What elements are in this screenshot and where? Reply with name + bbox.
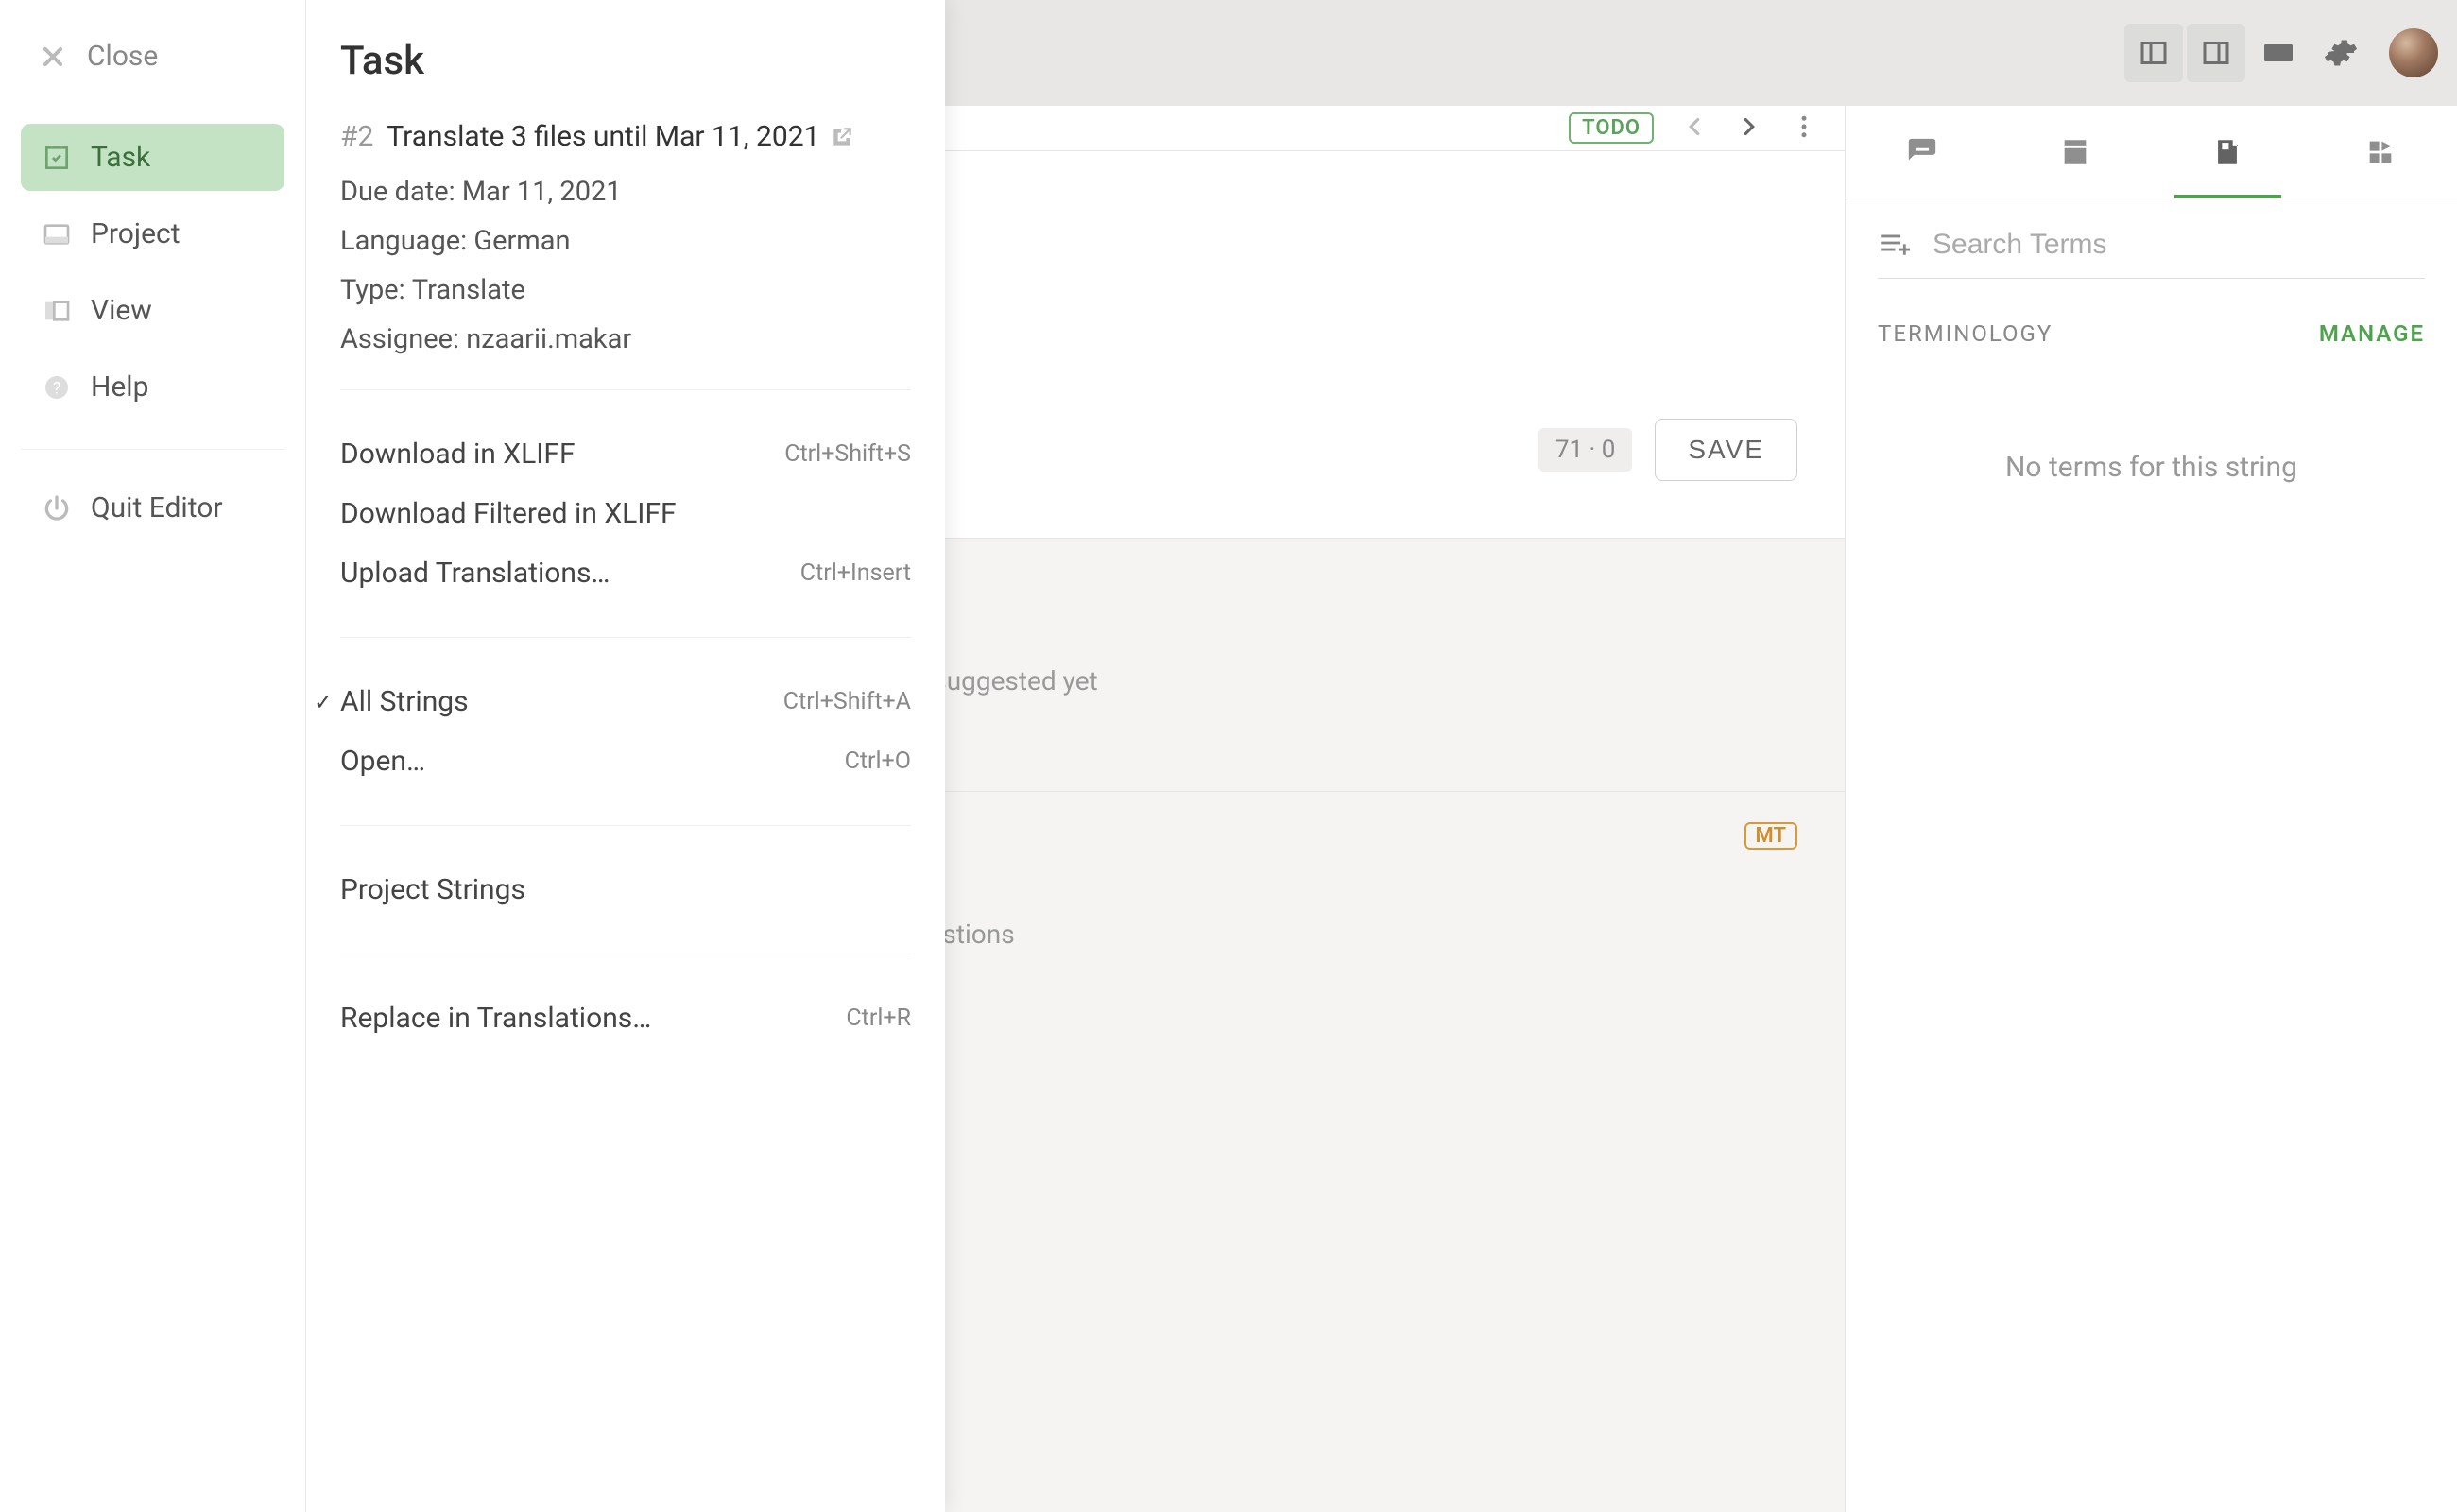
action-upload-translations[interactable]: Upload Translations… Ctrl+Insert	[340, 543, 911, 603]
action-open[interactable]: Open… Ctrl+O	[340, 731, 911, 791]
add-term-icon[interactable]	[1878, 227, 1910, 263]
close-button[interactable]: Close	[21, 26, 284, 86]
avatar[interactable]	[2389, 28, 2438, 77]
tab-glossary[interactable]	[2152, 106, 2305, 198]
gear-icon[interactable]	[2311, 24, 2370, 82]
right-body: TERMINOLOGY MANAGE No terms for this str…	[1846, 198, 2457, 512]
action-all-strings[interactable]: ✓ All Strings Ctrl+Shift+A	[340, 672, 911, 731]
manage-link[interactable]: MANAGE	[2319, 320, 2425, 347]
nav-item-view[interactable]: View	[21, 277, 284, 344]
svg-text:?: ?	[53, 379, 60, 398]
meta-type: Type: Translate	[340, 274, 911, 306]
terminology-header: TERMINOLOGY MANAGE	[1878, 320, 2425, 347]
sub-divider	[340, 637, 911, 638]
search-input[interactable]	[1933, 229, 2425, 261]
help-icon: ?	[42, 372, 72, 403]
meta-assignee: Assignee: nzaarii.makar	[340, 323, 911, 355]
sub-divider	[340, 389, 911, 390]
quit-editor-button[interactable]: Quit Editor	[21, 478, 284, 538]
tab-comments[interactable]	[1846, 106, 1999, 198]
task-name: Translate 3 files until Mar 11, 2021	[387, 120, 819, 153]
count-badge: 71 · 0	[1538, 428, 1633, 472]
more-vertical-icon[interactable]	[1790, 112, 1818, 145]
task-number: #2	[340, 120, 373, 153]
flyout-nav: Close Task Project View ? Help Quit Edi	[0, 0, 306, 1512]
right-sidebar: TERMINOLOGY MANAGE No terms for this str…	[1845, 106, 2457, 1512]
flyout-submenu: Task #2 Translate 3 files until Mar 11, …	[306, 0, 945, 1512]
action-project-strings[interactable]: Project Strings	[340, 860, 911, 919]
mt-badge: MT	[1744, 822, 1797, 850]
close-label: Close	[87, 40, 158, 73]
meta-lang: Language: German	[340, 225, 911, 257]
flyout-nav-items: Task Project View ? Help	[21, 124, 284, 421]
forward-arrow-icon[interactable]	[1735, 112, 1763, 145]
toolbar-icon-group	[2124, 24, 2438, 82]
task-header[interactable]: #2 Translate 3 files until Mar 11, 2021	[340, 120, 911, 153]
external-link-icon[interactable]	[830, 125, 854, 149]
menu-flyout: Close Task Project View ? Help Quit Edi	[0, 0, 945, 1512]
quit-label: Quit Editor	[91, 491, 223, 524]
check-icon: ✓	[314, 689, 333, 715]
action-download-filtered-xliff[interactable]: Download Filtered in XLIFF	[340, 484, 911, 543]
nav-item-label: View	[91, 294, 152, 327]
nav-item-label: Task	[91, 141, 150, 174]
close-icon	[38, 42, 68, 72]
task-icon	[42, 143, 72, 173]
nav-item-label: Help	[91, 370, 148, 404]
nav-item-label: Project	[91, 217, 180, 250]
keyboard-icon[interactable]	[2249, 24, 2308, 82]
no-terms-message: No terms for this string	[1878, 451, 2425, 484]
meta-due: Due date: Mar 11, 2021	[340, 176, 911, 208]
panel-right-icon[interactable]	[2187, 24, 2245, 82]
save-button[interactable]: SAVE	[1655, 419, 1797, 481]
status-badge: TODO	[1569, 112, 1654, 144]
task-meta: Due date: Mar 11, 2021 Language: German …	[340, 176, 911, 355]
tab-translation-memory[interactable]	[1999, 106, 2152, 198]
nav-divider	[21, 449, 284, 450]
sub-divider	[340, 825, 911, 826]
terminology-label: TERMINOLOGY	[1878, 320, 2053, 347]
nav-item-task[interactable]: Task	[21, 124, 284, 191]
action-replace-in-translations[interactable]: Replace in Translations… Ctrl+R	[340, 988, 911, 1048]
tab-apps[interactable]	[2304, 106, 2457, 198]
project-icon	[42, 219, 72, 249]
terms-search-row	[1878, 227, 2425, 279]
back-arrow-icon[interactable]	[1680, 112, 1709, 145]
power-icon	[42, 493, 72, 524]
action-download-xliff[interactable]: Download in XLIFF Ctrl+Shift+S	[340, 424, 911, 484]
right-tabs	[1846, 106, 2457, 198]
submenu-title: Task	[340, 38, 911, 84]
panel-left-icon[interactable]	[2124, 24, 2183, 82]
nav-item-help[interactable]: ? Help	[21, 353, 284, 421]
view-icon	[42, 296, 72, 326]
nav-item-project[interactable]: Project	[21, 200, 284, 267]
